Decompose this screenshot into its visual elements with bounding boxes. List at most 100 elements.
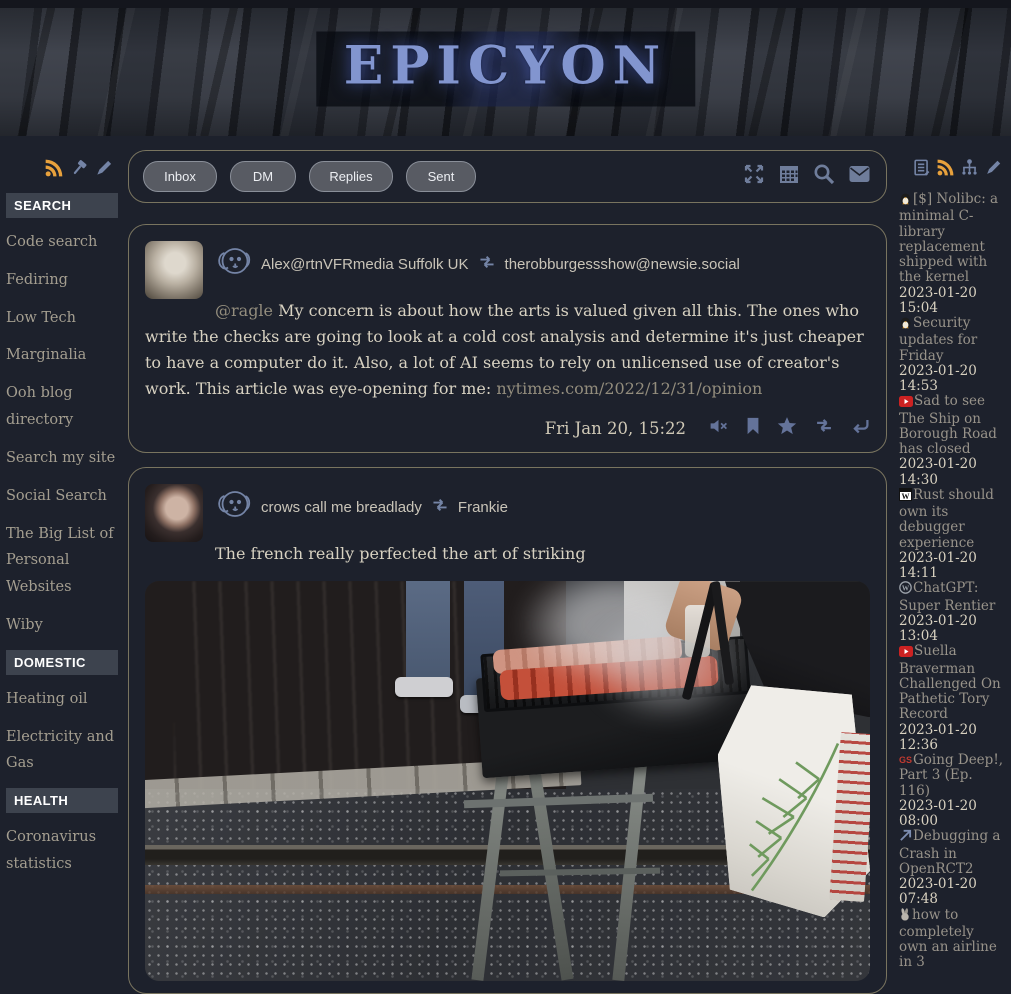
instance-banner[interactable]: EPICYON — [0, 8, 1011, 136]
sidebar-link-electricity-gas[interactable]: Electricity and Gas — [6, 724, 118, 778]
post-content: @ragle My concern is about how the arts … — [145, 298, 870, 402]
post-header: crows call me breadlady Frankie — [215, 482, 870, 527]
svg-text:W: W — [902, 492, 910, 501]
newswire-title[interactable]: how to completely own an airline in 3 — [899, 907, 997, 971]
newswire-date: 2023-01-20 14:53 — [899, 364, 1005, 395]
newswire-title[interactable]: Suella Braverman Challenged On Pathetic … — [899, 643, 1001, 722]
section-header-search: SEARCH — [6, 193, 118, 218]
tab-inbox[interactable]: Inbox — [143, 161, 217, 192]
sidebar-link-big-list[interactable]: The Big List of Personal Websites — [6, 521, 118, 601]
newswire-date: 2023-01-20 07:48 — [899, 877, 1005, 908]
mail-icon[interactable] — [847, 162, 872, 191]
star-icon[interactable] — [777, 416, 797, 440]
section-header-health: HEALTH — [6, 788, 118, 813]
post-timestamp[interactable]: Fri Jan 20, 15:22 — [545, 419, 686, 438]
newswire-item: Security updates for Friday 2023-01-20 1… — [899, 316, 1005, 394]
avatar[interactable] — [145, 241, 203, 299]
newswire-date: 2023-01-20 08:00 — [899, 799, 1005, 830]
sidebar-link-ooh-blog[interactable]: Ooh blog directory — [6, 380, 118, 434]
newswire-column-icons — [899, 158, 1003, 182]
instance-title: EPICYON — [316, 32, 695, 107]
penguin-icon — [899, 192, 912, 209]
rss-icon[interactable] — [936, 158, 955, 182]
sidebar-link-search-my-site[interactable]: Search my site — [6, 445, 118, 472]
search-icon[interactable] — [812, 162, 836, 191]
tab-replies[interactable]: Replies — [309, 161, 393, 192]
expand-icon[interactable] — [742, 162, 766, 191]
newswire-item: Suella Braverman Challenged On Pathetic … — [899, 644, 1005, 753]
post-author-handle[interactable]: crows call me breadlady — [261, 499, 422, 516]
newswire-doc-icon[interactable] — [912, 158, 931, 182]
post-content: The french really perfected the art of s… — [145, 541, 870, 567]
newswire-item: Debugging a Crash in OpenRCT2 2023-01-20… — [899, 829, 1005, 907]
section-header-domestic: DOMESTIC — [6, 650, 118, 675]
top-strip — [0, 0, 1011, 8]
timeline-column: Inbox DM Replies Sent — [128, 150, 887, 994]
newswire-item: GSGoing Deep!, Part 3 (Ep. 116) 2023-01-… — [899, 753, 1005, 829]
dog-icon[interactable] — [215, 488, 253, 527]
timeline-tabs: Inbox DM Replies Sent — [143, 161, 476, 192]
hammer-icon[interactable] — [69, 158, 89, 183]
sidebar-link-code-search[interactable]: Code search — [6, 229, 118, 256]
sidebar-link-marginalia[interactable]: Marginalia — [6, 342, 118, 369]
page-content: SEARCH Code search Fediring Low Tech Mar… — [0, 136, 1011, 994]
article-link[interactable]: nytimes.com/2022/12/31/opinion — [496, 379, 762, 398]
newswire-date: 2023-01-20 15:04 — [899, 286, 1005, 317]
bookmark-icon[interactable] — [745, 417, 761, 440]
post-2: crows call me breadlady Frankie The fren… — [128, 467, 887, 994]
newswire-date: 2023-01-20 14:30 — [899, 457, 1005, 488]
mute-icon[interactable] — [708, 417, 729, 440]
newswire-title[interactable]: Rust should own its debugger experience — [899, 487, 994, 551]
newswire-title[interactable]: Debugging a Crash in OpenRCT2 — [899, 828, 1000, 877]
edit-pen-icon[interactable] — [984, 158, 1003, 182]
post-via-handle[interactable]: therobburgessshow@newsie.social — [505, 256, 740, 273]
newswire-item: [$] Nolibc: a minimal C-library replacem… — [899, 192, 1005, 316]
newswire-date: 2023-01-20 12:36 — [899, 723, 1005, 754]
post-author-handle[interactable]: Alex@rtnVFRmedia Suffolk UK — [261, 256, 469, 273]
scene-person-leg — [406, 581, 450, 685]
external-link-icon — [899, 829, 912, 846]
links-column: SEARCH Code search Fediring Low Tech Mar… — [6, 150, 118, 889]
mention-link[interactable]: @ragle — [215, 301, 273, 320]
reply-icon[interactable] — [851, 417, 870, 440]
sidebar-link-coronavirus[interactable]: Coronavirus statistics — [6, 824, 118, 878]
gs-favicon-icon: GS — [899, 755, 912, 765]
post-via-handle[interactable]: Frankie — [458, 499, 508, 516]
boost-icon — [477, 253, 497, 276]
newswire-item: WChatGPT: Super Rentier 2023-01-20 13:04 — [899, 581, 1005, 644]
newswire-item: how to completely own an airline in 3 — [899, 908, 1005, 971]
calendar-icon[interactable] — [777, 162, 801, 191]
boost-action-icon[interactable] — [813, 416, 835, 440]
newswire-title[interactable]: [$] Nolibc: a minimal C-library replacem… — [899, 191, 998, 285]
youtube-icon — [899, 396, 913, 411]
post-header: Alex@rtnVFRmedia Suffolk UK therobburges… — [215, 239, 870, 284]
sidebar-link-heating-oil[interactable]: Heating oil — [6, 686, 118, 713]
post-text: The french really perfected the art of s… — [215, 544, 586, 563]
sidebar-link-social-search[interactable]: Social Search — [6, 483, 118, 510]
sidebar-link-fediring[interactable]: Fediring — [6, 267, 118, 294]
sidebar-link-low-tech[interactable]: Low Tech — [6, 305, 118, 332]
newswire-item: WRust should own its debugger experience… — [899, 488, 1005, 582]
newswire-title[interactable]: ChatGPT: Super Rentier — [899, 580, 995, 613]
avatar[interactable] — [145, 484, 203, 542]
timeline-header-icons — [742, 162, 872, 191]
newswire-date: 2023-01-20 13:04 — [899, 614, 1005, 645]
newswire-column: [$] Nolibc: a minimal C-library replacem… — [899, 150, 1007, 971]
edit-pen-icon[interactable] — [94, 158, 114, 183]
post-image[interactable] — [145, 581, 870, 981]
newswire-title[interactable]: Going Deep!, Part 3 (Ep. 116) — [899, 752, 1003, 799]
boost-icon — [430, 496, 450, 519]
timeline-header: Inbox DM Replies Sent — [128, 150, 887, 203]
links-column-icons — [6, 158, 114, 183]
dog-icon[interactable] — [215, 245, 253, 284]
newswire-item: Sad to see The Ship on Borough Road has … — [899, 394, 1005, 488]
tab-sent[interactable]: Sent — [406, 161, 476, 192]
sitemap-icon[interactable] — [960, 158, 979, 182]
sidebar-link-wiby[interactable]: Wiby — [6, 612, 118, 639]
newswire-title[interactable]: Sad to see The Ship on Borough Road has … — [899, 393, 997, 457]
tab-dm[interactable]: DM — [230, 161, 296, 192]
youtube-icon — [899, 646, 913, 661]
post-footer: Fri Jan 20, 15:22 — [145, 416, 870, 440]
rss-icon[interactable] — [44, 158, 64, 183]
post-1: Alex@rtnVFRmedia Suffolk UK therobburges… — [128, 224, 887, 453]
